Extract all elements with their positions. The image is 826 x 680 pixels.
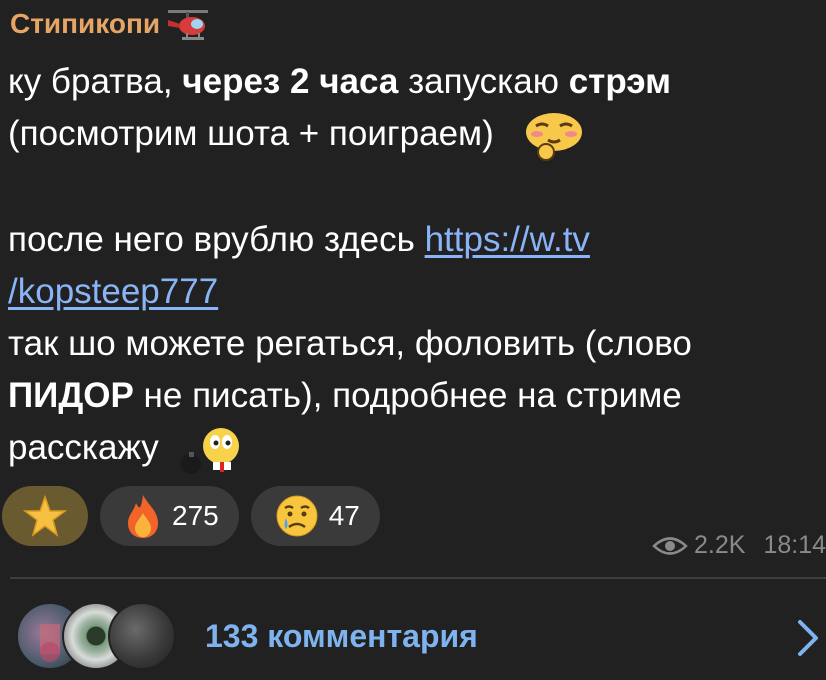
- reaction-crying-count: 47: [328, 500, 360, 531]
- message-line: ку братва, через 2 часа запускаю стрэм: [8, 56, 820, 108]
- message-text-part: расскажу: [8, 427, 159, 467]
- stream-link-continued[interactable]: /kopsteep777: [8, 272, 218, 311]
- fire-icon: [128, 495, 158, 538]
- post-meta: 2.2K 18:14: [652, 531, 826, 560]
- chevron-right-icon: [798, 620, 818, 656]
- message-text: ку братва, через 2 часа запускаю стрэм (…: [8, 56, 820, 476]
- message-line: /kopsteep777: [8, 266, 820, 318]
- reaction-crying-button[interactable]: 47: [250, 486, 380, 546]
- message-text-part: ку братва,: [8, 62, 183, 101]
- commenter-avatars: [16, 602, 186, 670]
- reaction-fire-button[interactable]: 275: [100, 486, 239, 546]
- helicopter-icon: [168, 10, 209, 40]
- message-text-part: так шо можете регаться, фоловить (слово: [8, 323, 692, 363]
- message-text-part: (посмотрим шота + поиграем): [8, 114, 494, 153]
- message-bold-stream: стрэм: [568, 62, 672, 101]
- view-count: 2.2K: [694, 531, 746, 559]
- message-line: после него врублю здесь https://w.tv: [8, 214, 820, 266]
- message-bold-word: ПИДОР: [8, 375, 134, 415]
- divider: [10, 577, 826, 579]
- star-icon: [23, 495, 67, 537]
- eye-icon: [652, 536, 688, 555]
- avatar: [108, 602, 176, 670]
- crying-face-icon: [276, 495, 318, 537]
- message-text-part: не писать), подробнее на стриме: [133, 375, 682, 415]
- message-line: так шо можете регаться, фоловить (слово: [8, 318, 820, 370]
- reaction-fire-count: 275: [172, 500, 219, 531]
- stream-link[interactable]: https://w.tv: [425, 220, 590, 259]
- message-text-part: запускаю: [398, 62, 569, 101]
- smug-face-emoji-icon: [525, 112, 582, 161]
- post-time: 18:14: [763, 531, 826, 559]
- reactions-bar: 275 47: [2, 486, 380, 546]
- author-name[interactable]: Стипикопи: [10, 8, 160, 40]
- comments-button[interactable]: 133 комментария: [0, 588, 826, 680]
- message-bold-time: через 2 часа: [182, 62, 399, 101]
- comments-count-label: 133 комментария: [205, 618, 478, 654]
- bomb-face-emoji-icon: [180, 427, 239, 474]
- message-text-part: после него врублю здесь: [8, 219, 425, 259]
- message-line: расскажу: [8, 422, 820, 476]
- message-line: ПИДОР не писать), подробнее на стриме: [8, 370, 820, 422]
- message-line: (посмотрим шота + поиграем): [8, 108, 820, 162]
- author-header[interactable]: Стипикопи: [10, 4, 212, 44]
- reaction-star-button[interactable]: [2, 486, 88, 546]
